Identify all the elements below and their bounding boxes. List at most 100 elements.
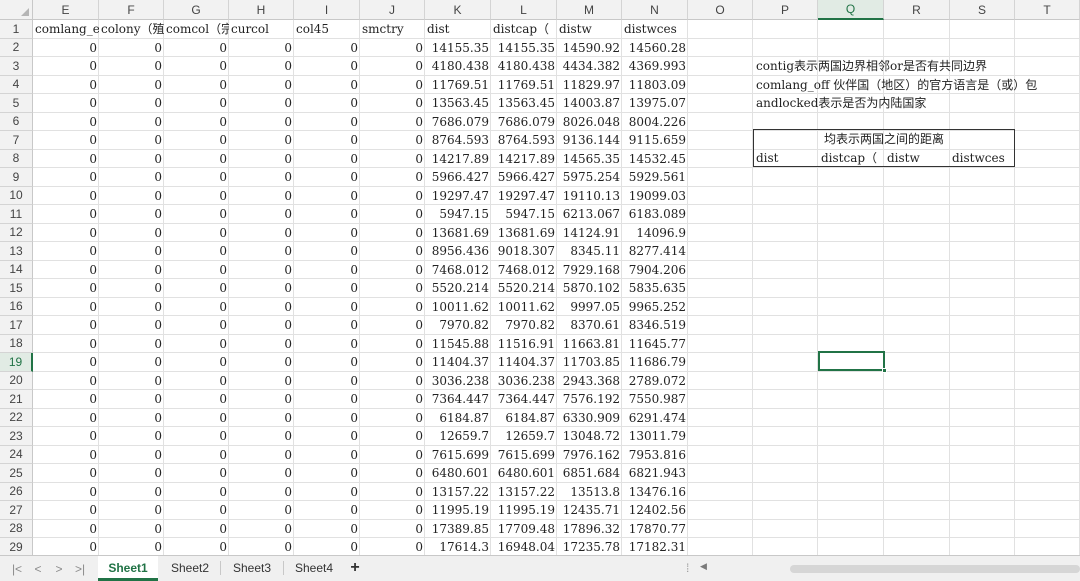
data-cell[interactable]: 12659.7 bbox=[425, 427, 491, 446]
data-cell[interactable]: 0 bbox=[99, 483, 164, 502]
data-cell[interactable]: 0 bbox=[360, 316, 425, 335]
data-cell[interactable]: 11404.37 bbox=[425, 353, 491, 372]
data-cell[interactable]: 0 bbox=[229, 94, 294, 113]
data-cell[interactable]: 0 bbox=[99, 353, 164, 372]
data-cell[interactable]: 6851.684 bbox=[557, 464, 622, 483]
data-cell[interactable]: 12659.7 bbox=[491, 427, 557, 446]
column-header-q[interactable]: Q bbox=[818, 0, 884, 20]
distance-box-title[interactable]: 均表示两国之间的距离 bbox=[754, 130, 1014, 148]
data-cell[interactable]: 0 bbox=[229, 150, 294, 169]
header-cell[interactable]: comlang_e bbox=[33, 20, 99, 39]
data-cell[interactable]: 0 bbox=[164, 57, 229, 76]
data-cell[interactable]: 0 bbox=[33, 113, 99, 132]
data-cell[interactable]: 11769.51 bbox=[491, 76, 557, 95]
data-cell[interactable]: 0 bbox=[33, 335, 99, 354]
data-cell[interactable]: 0 bbox=[164, 483, 229, 502]
data-cell[interactable]: 0 bbox=[294, 113, 360, 132]
row-header-3[interactable]: 3 bbox=[0, 57, 33, 76]
data-cell[interactable]: 7615.699 bbox=[491, 446, 557, 465]
row-header-12[interactable]: 12 bbox=[0, 223, 33, 242]
data-cell[interactable]: 7615.699 bbox=[425, 446, 491, 465]
data-cell[interactable]: 0 bbox=[33, 150, 99, 169]
data-cell[interactable]: 17389.85 bbox=[425, 520, 491, 539]
distance-box-header[interactable]: distcap（ bbox=[821, 149, 885, 167]
data-cell[interactable]: 0 bbox=[33, 372, 99, 391]
data-cell[interactable]: 0 bbox=[99, 335, 164, 354]
data-cell[interactable]: 11645.77 bbox=[622, 335, 688, 354]
data-cell[interactable]: 0 bbox=[164, 205, 229, 224]
data-cell[interactable]: 0 bbox=[294, 372, 360, 391]
column-header-i[interactable]: I bbox=[294, 0, 360, 20]
data-cell[interactable]: 9136.144 bbox=[557, 131, 622, 150]
data-cell[interactable]: 19297.47 bbox=[425, 187, 491, 206]
data-cell[interactable]: 4180.438 bbox=[425, 57, 491, 76]
data-cell[interactable]: 0 bbox=[294, 224, 360, 243]
data-cell[interactable]: 0 bbox=[99, 187, 164, 206]
data-cell[interactable]: 0 bbox=[360, 113, 425, 132]
data-cell[interactable]: 8764.593 bbox=[425, 131, 491, 150]
header-cell[interactable]: distcap（ bbox=[491, 20, 557, 39]
column-header-p[interactable]: P bbox=[753, 0, 818, 20]
data-cell[interactable]: 0 bbox=[294, 409, 360, 428]
data-cell[interactable]: 6213.067 bbox=[557, 205, 622, 224]
data-cell[interactable]: 9997.05 bbox=[557, 298, 622, 317]
add-sheet-button[interactable]: + bbox=[346, 558, 364, 578]
column-header-r[interactable]: R bbox=[884, 0, 950, 20]
data-cell[interactable]: 0 bbox=[360, 131, 425, 150]
next-sheet-icon[interactable]: > bbox=[52, 560, 66, 578]
row-header-6[interactable]: 6 bbox=[0, 112, 33, 131]
data-cell[interactable]: 8026.048 bbox=[557, 113, 622, 132]
data-cell[interactable]: 0 bbox=[294, 39, 360, 58]
data-cell[interactable]: 5947.15 bbox=[425, 205, 491, 224]
data-cell[interactable]: 0 bbox=[99, 279, 164, 298]
sheet-tab-sheet3[interactable]: Sheet3 bbox=[222, 556, 282, 580]
data-cell[interactable]: 0 bbox=[164, 131, 229, 150]
header-cell[interactable]: dist bbox=[425, 20, 491, 39]
data-cell[interactable]: 0 bbox=[164, 390, 229, 409]
data-cell[interactable]: 7686.079 bbox=[491, 113, 557, 132]
data-cell[interactable]: 0 bbox=[229, 279, 294, 298]
first-sheet-icon[interactable]: |< bbox=[10, 560, 24, 578]
data-cell[interactable]: 0 bbox=[294, 94, 360, 113]
data-cell[interactable]: 0 bbox=[294, 464, 360, 483]
data-cell[interactable]: 0 bbox=[33, 224, 99, 243]
data-cell[interactable]: 17614.3 bbox=[425, 538, 491, 555]
data-cell[interactable]: 0 bbox=[164, 409, 229, 428]
data-cell[interactable]: 0 bbox=[360, 353, 425, 372]
data-cell[interactable]: 14590.92 bbox=[557, 39, 622, 58]
data-cell[interactable]: 0 bbox=[294, 205, 360, 224]
data-cell[interactable]: 0 bbox=[99, 298, 164, 317]
data-cell[interactable]: 5975.254 bbox=[557, 168, 622, 187]
data-cell[interactable]: 8370.61 bbox=[557, 316, 622, 335]
data-cell[interactable]: 0 bbox=[99, 446, 164, 465]
data-cell[interactable]: 14560.28 bbox=[622, 39, 688, 58]
data-cell[interactable]: 6184.87 bbox=[491, 409, 557, 428]
data-cell[interactable]: 8345.11 bbox=[557, 242, 622, 261]
column-header-s[interactable]: S bbox=[950, 0, 1015, 20]
data-cell[interactable]: 0 bbox=[229, 76, 294, 95]
data-cell[interactable]: 17709.48 bbox=[491, 520, 557, 539]
data-cell[interactable]: 0 bbox=[99, 390, 164, 409]
data-cell[interactable]: 0 bbox=[229, 372, 294, 391]
data-cell[interactable]: 10011.62 bbox=[491, 298, 557, 317]
row-header-15[interactable]: 15 bbox=[0, 279, 33, 298]
data-cell[interactable]: 17182.31 bbox=[622, 538, 688, 555]
data-cell[interactable]: 0 bbox=[229, 298, 294, 317]
data-cell[interactable]: 0 bbox=[229, 353, 294, 372]
data-cell[interactable]: 0 bbox=[229, 501, 294, 520]
data-cell[interactable]: 0 bbox=[33, 279, 99, 298]
column-header-l[interactable]: L bbox=[491, 0, 557, 20]
data-cell[interactable]: 11703.85 bbox=[557, 353, 622, 372]
data-cell[interactable]: 0 bbox=[33, 39, 99, 58]
row-header-16[interactable]: 16 bbox=[0, 297, 33, 316]
data-cell[interactable]: 0 bbox=[33, 205, 99, 224]
data-cell[interactable]: 0 bbox=[164, 446, 229, 465]
data-cell[interactable]: 0 bbox=[229, 205, 294, 224]
header-cell[interactable]: curcol bbox=[229, 20, 294, 39]
data-cell[interactable]: 11995.19 bbox=[491, 501, 557, 520]
data-cell[interactable]: 0 bbox=[33, 390, 99, 409]
data-cell[interactable]: 0 bbox=[360, 187, 425, 206]
row-header-9[interactable]: 9 bbox=[0, 168, 33, 187]
data-cell[interactable]: 0 bbox=[164, 261, 229, 280]
data-cell[interactable]: 0 bbox=[229, 113, 294, 132]
